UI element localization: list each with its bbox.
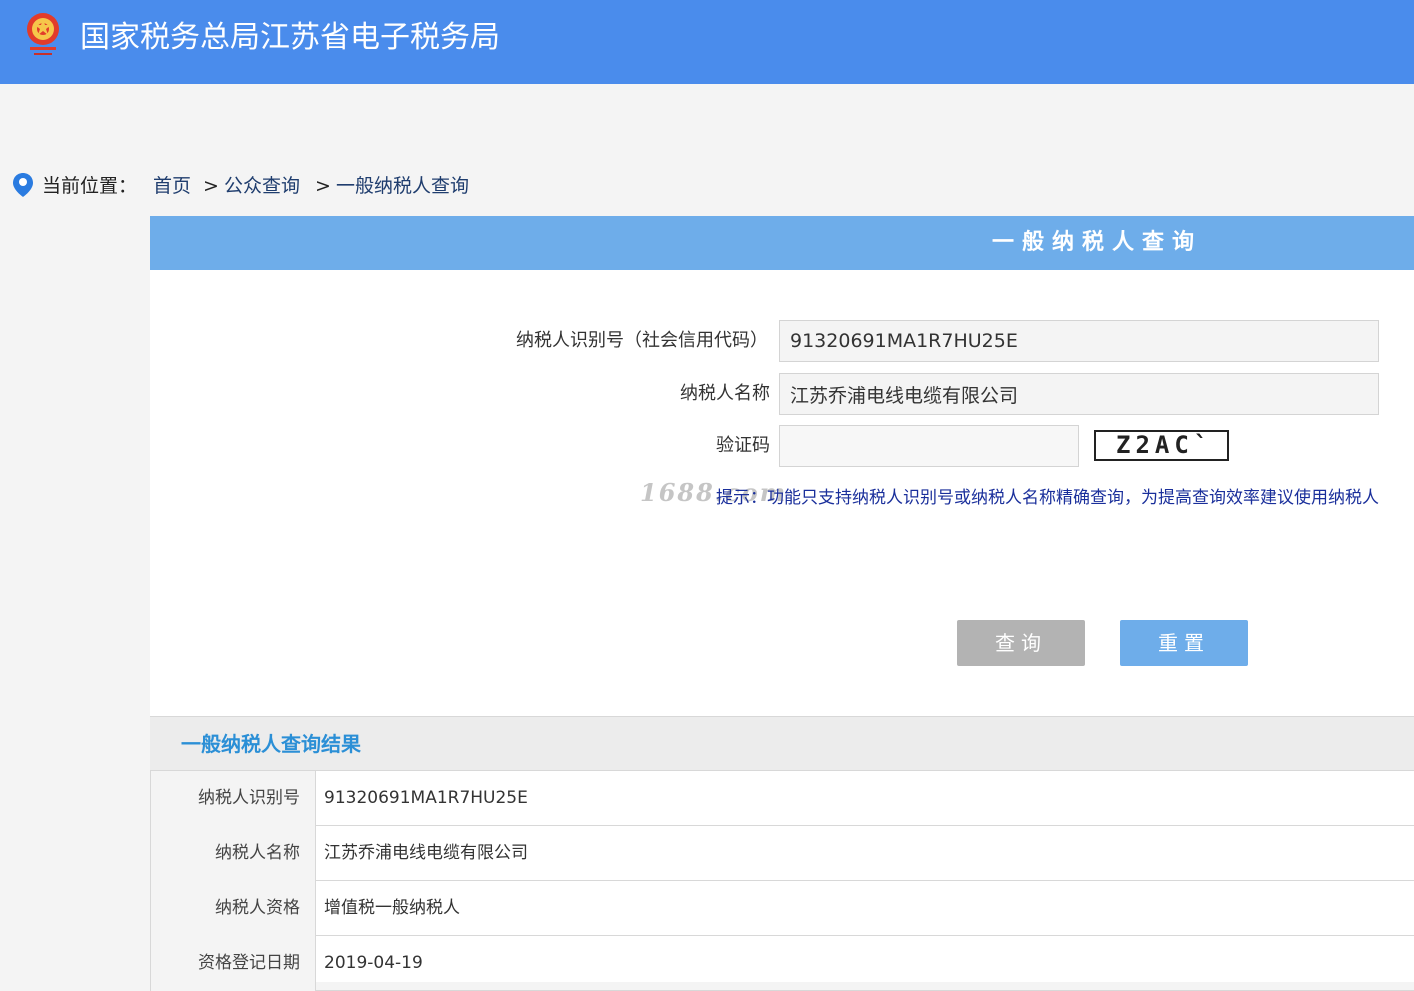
reset-button[interactable]: 重置 [1120,620,1248,666]
taxpayer-id-label: 纳税人识别号（社会信用代码） [516,330,768,351]
result-title: 一般纳税人查询结果 [181,732,361,756]
row-value-taxpayer-name: 江苏乔浦电线电缆有限公司 [324,843,528,863]
captcha-label: 验证码 [716,435,770,456]
query-hint: 提示：功能只支持纳税人识别号或纳税人名称精确查询，为提高查询效率建议使用纳税人 [716,482,1379,514]
captcha-input[interactable] [779,425,1079,467]
row-value-taxpayer-id: 91320691MA1R7HU25E [324,788,528,808]
result-table: 纳税人识别号 91320691MA1R7HU25E 纳税人名称 江苏乔浦电线电缆… [150,771,1414,991]
table-row: 纳税人名称 江苏乔浦电线电缆有限公司 [150,826,1414,881]
captcha-image[interactable]: Z2AC` [1094,430,1229,461]
breadcrumb-public-query[interactable]: 公众查询 [224,164,300,208]
breadcrumb-current: 一般纳税人查询 [336,175,470,197]
breadcrumb: 当前位置： 首页 > 公众查询 > 一般纳税人查询 [0,164,1414,208]
query-button[interactable]: 查询 [957,620,1085,666]
breadcrumb-label: 当前位置： [42,175,138,197]
table-row: 纳税人资格 增值税一般纳税人 [150,881,1414,936]
hint-label: 提示： [716,488,767,508]
row-value-qualification: 增值税一般纳税人 [324,898,460,918]
result-header: 一般纳税人查询结果 [150,716,1414,771]
row-value-registration-date: 2019-04-19 [324,953,423,973]
breadcrumb-separator: > [203,175,219,197]
breadcrumb-home[interactable]: 首页 [153,164,191,208]
query-panel: 一般纳税人查询 纳税人识别号（社会信用代码） 纳税人名称 验证码 Z2AC` 1… [150,216,1414,991]
site-header: 国家税务总局江苏省电子税务局 [0,0,1414,84]
row-label-registration-date: 资格登记日期 [150,936,316,991]
breadcrumb-separator: > [315,175,331,197]
table-row: 资格登记日期 2019-04-19 [150,936,1414,991]
taxpayer-name-input[interactable] [779,373,1379,415]
location-pin-icon [13,173,33,197]
row-label-qualification: 纳税人资格 [150,881,316,936]
tax-emblem-icon [27,13,59,55]
taxpayer-name-label: 纳税人名称 [680,383,770,404]
row-label-taxpayer-name: 纳税人名称 [150,826,316,881]
panel-title: 一般纳税人查询 [992,230,1203,255]
taxpayer-id-input[interactable] [779,320,1379,362]
hint-text: 功能只支持纳税人识别号或纳税人名称精确查询，为提高查询效率建议使用纳税人 [767,488,1379,508]
table-row: 纳税人识别号 91320691MA1R7HU25E [150,771,1414,826]
row-label-taxpayer-id: 纳税人识别号 [150,771,316,826]
site-title: 国家税务总局江苏省电子税务局 [80,20,500,55]
panel-header: 一般纳税人查询 [150,216,1414,270]
